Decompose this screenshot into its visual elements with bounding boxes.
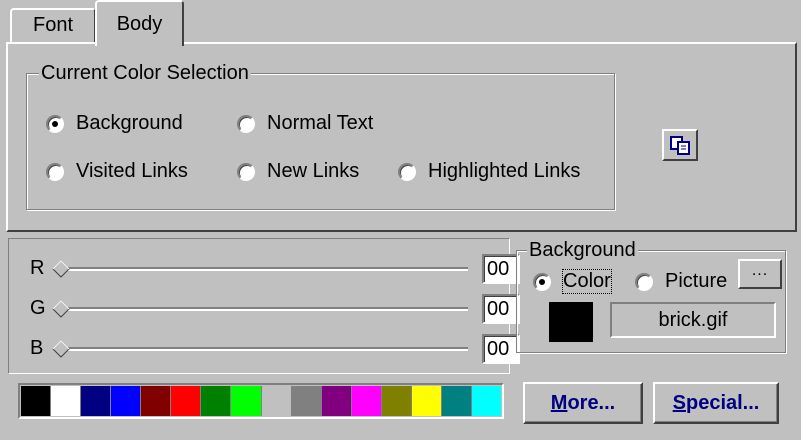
radio-visited-links-label: Visited Links [76,160,188,182]
radio-new-links-label: New Links [267,160,360,182]
green-value-field[interactable]: 00 [482,294,520,324]
palette-swatch[interactable] [381,386,412,416]
more-button-label: ore... [567,392,616,414]
palette-swatch[interactable] [291,386,322,416]
more-button[interactable]: More... [523,382,643,424]
radio-normal-text-label: Normal Text [267,112,374,134]
copy-button[interactable] [662,129,698,161]
slider-red-thumb[interactable] [52,260,70,278]
copy-icon [670,136,690,155]
special-button-mnemonic: S [672,392,686,414]
browse-picture-button[interactable]: ... [738,259,782,289]
tab-body[interactable]: Body [95,0,184,49]
palette-swatch[interactable] [171,386,202,416]
radio-bg-color-indicator[interactable] [533,272,551,291]
radio-bg-color-label: Color [562,269,612,294]
tab-font-label: Font [32,14,74,36]
slider-blue-thumb[interactable] [52,340,70,358]
background-color-preview [549,302,593,342]
radio-new-links[interactable]: New Links [237,160,359,183]
palette-swatch[interactable] [141,386,172,416]
background-picture-filename: brick.gif [610,302,776,338]
radio-background-label: Background [76,112,183,134]
palette-swatch[interactable] [411,386,442,416]
slider-row-red: R 00 [30,254,520,284]
tab-body-label: Body [116,13,163,35]
radio-highlighted-links-label: Highlighted Links [428,160,581,182]
radio-background[interactable]: Background [46,112,183,135]
radio-bg-picture-indicator[interactable] [635,272,653,291]
slider-red-track[interactable] [58,267,468,271]
more-button-mnemonic: M [550,392,568,414]
radio-visited-links[interactable]: Visited Links [46,160,188,183]
radio-bg-color[interactable]: Color [533,269,612,294]
palette-swatch[interactable] [441,386,472,416]
slider-blue-label: B [30,337,44,359]
radio-background-indicator[interactable] [46,114,64,133]
palette-swatch[interactable] [321,386,352,416]
slider-row-blue: B 00 [30,334,520,364]
palette-swatch[interactable] [81,386,112,416]
palette-swatch[interactable] [231,386,262,416]
palette-swatch[interactable] [471,386,501,416]
special-button-label: pecial... [685,392,760,414]
blue-value-field[interactable]: 00 [482,334,520,364]
palette-swatch[interactable] [21,386,52,416]
slider-blue-track[interactable] [58,347,468,351]
radio-visited-links-indicator[interactable] [46,162,64,181]
color-palette [18,383,504,419]
palette-swatch[interactable] [51,386,82,416]
radio-bg-picture-label: Picture [665,270,728,292]
current-color-selection-group: Current Color Selection [26,61,615,210]
palette-swatch[interactable] [201,386,232,416]
color-settings-dialog: Font Body Current Color Selection Backgr… [0,0,801,440]
slider-row-green: G 00 [30,294,520,324]
red-value-field[interactable]: 00 [482,254,520,284]
radio-highlighted-links[interactable]: Highlighted Links [398,160,580,183]
slider-green-label: G [30,297,46,319]
palette-swatch[interactable] [261,386,292,416]
radio-bg-picture[interactable]: Picture [635,270,727,293]
slider-red-label: R [30,257,45,279]
current-color-selection-title: Current Color Selection [39,61,251,85]
background-group-title: Background [527,238,638,262]
radio-highlighted-links-indicator[interactable] [398,162,416,181]
palette-swatch[interactable] [111,386,142,416]
tab-font[interactable]: Font [10,8,96,42]
special-button[interactable]: Special... [653,382,779,424]
radio-normal-text[interactable]: Normal Text [237,112,373,135]
radio-normal-text-indicator[interactable] [237,114,255,133]
radio-new-links-indicator[interactable] [237,162,255,181]
slider-green-thumb[interactable] [52,300,70,318]
slider-green-track[interactable] [58,307,468,311]
palette-swatch[interactable] [351,386,382,416]
